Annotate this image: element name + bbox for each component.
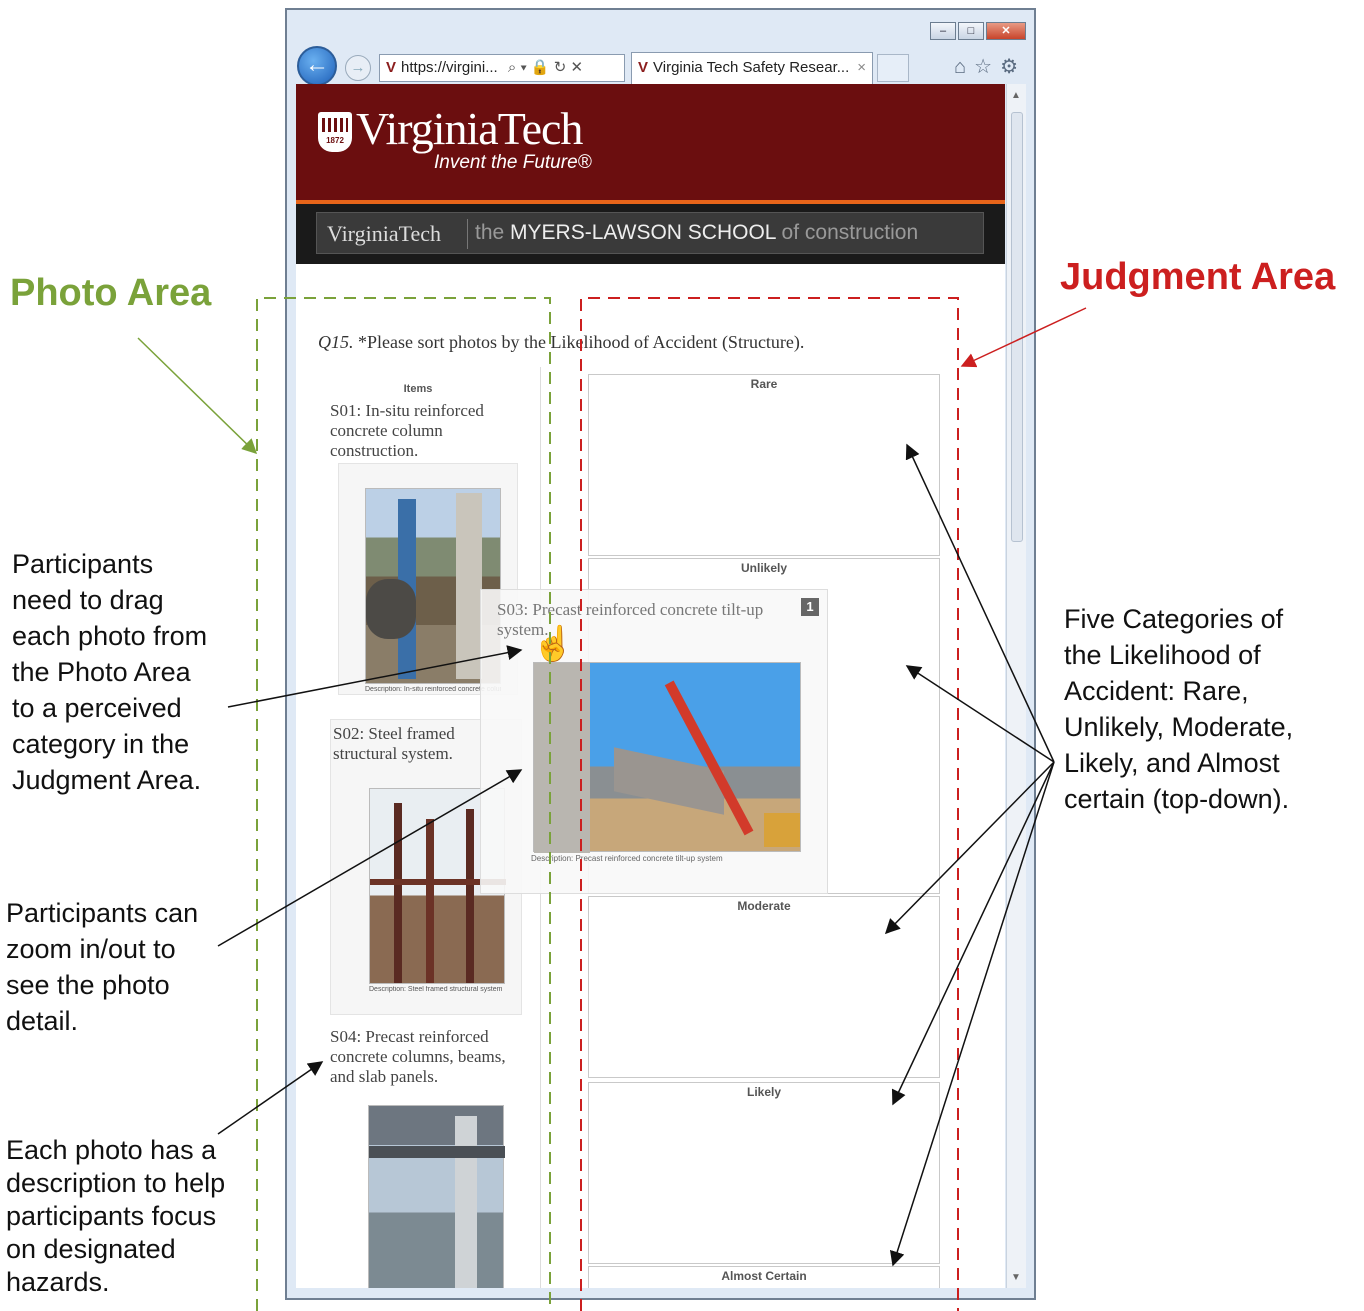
photo-area-arrow xyxy=(137,337,258,455)
description-note: Each photo has a description to help par… xyxy=(6,1135,226,1297)
zoom-note-arrow xyxy=(217,769,523,947)
categories-arrow-moderate xyxy=(884,761,1055,935)
judgment-area-label: Judgment Area xyxy=(1060,256,1336,298)
judgment-area-outline xyxy=(580,297,959,1311)
categories-note: Five Categories of the Likelihood of Acc… xyxy=(1064,604,1294,814)
photo-area-label: Photo Area xyxy=(10,272,212,314)
judgment-area-arrow xyxy=(960,307,1087,368)
drag-note: Participants need to drag each photo fro… xyxy=(12,549,208,795)
photo-area-outline xyxy=(256,297,551,1311)
desc-note-arrow xyxy=(217,1061,324,1135)
zoom-note: Participants can zoom in/out to see the … xyxy=(6,898,199,1036)
drag-note-arrow xyxy=(227,645,523,708)
categories-arrow-almost-certain xyxy=(889,761,1055,1267)
categories-arrow-likely xyxy=(891,761,1055,1106)
